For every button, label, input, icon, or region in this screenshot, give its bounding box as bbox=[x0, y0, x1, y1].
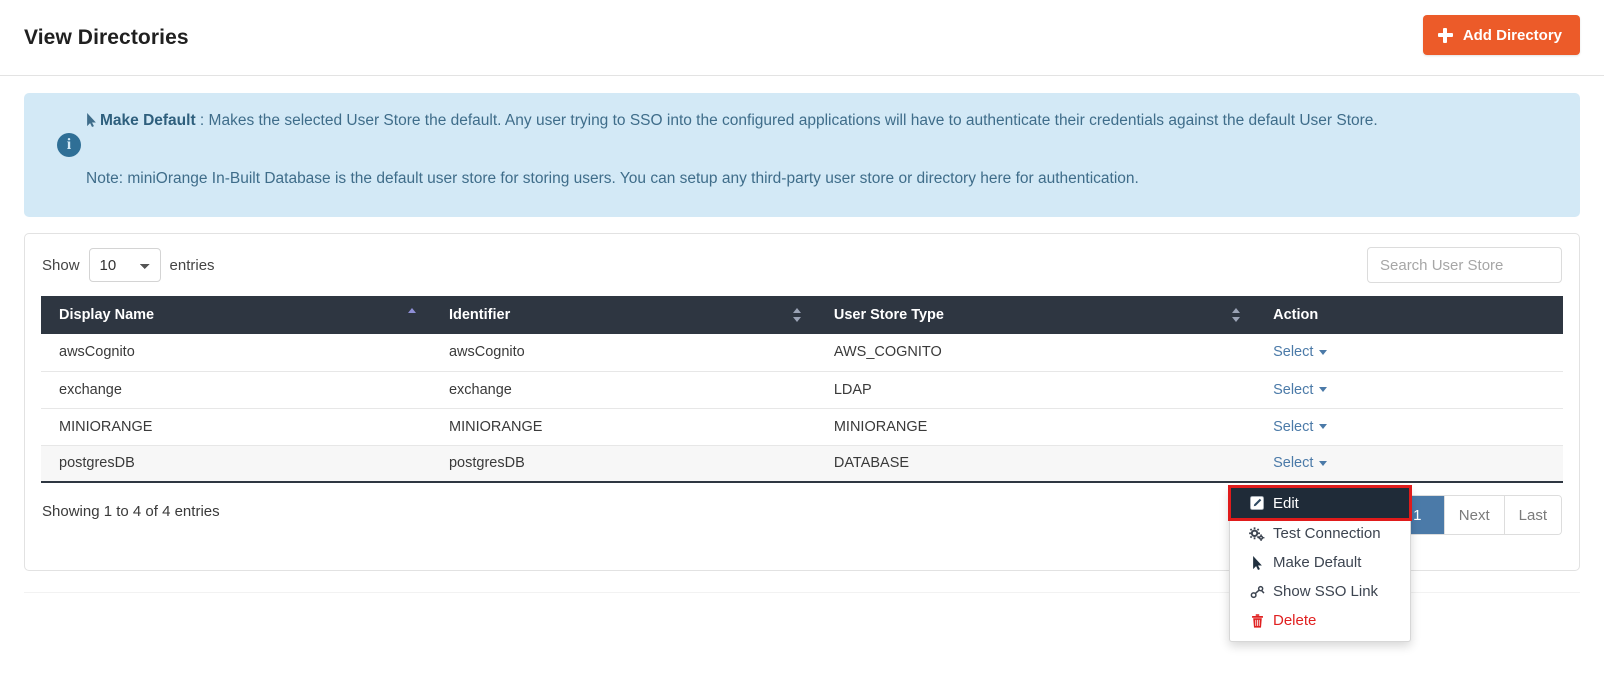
pagination-next[interactable]: Next bbox=[1444, 496, 1505, 534]
menu-item-test-connection[interactable]: Test Connection bbox=[1230, 519, 1410, 548]
cell-display-name: exchange bbox=[41, 371, 431, 409]
cell-action: Select bbox=[1255, 334, 1563, 372]
menu-item-label: Make Default bbox=[1273, 554, 1362, 571]
page-header: View Directories Add Directory bbox=[0, 0, 1604, 76]
select-label: Select bbox=[1273, 418, 1314, 435]
select-dropdown-toggle[interactable]: Select bbox=[1273, 381, 1328, 398]
chevron-down-icon bbox=[1319, 387, 1328, 392]
alert-line-1-rest: : Makes the selected User Store the defa… bbox=[195, 112, 1378, 129]
chevron-down-icon bbox=[1319, 424, 1328, 429]
cell-user-store-type: DATABASE bbox=[815, 445, 1256, 483]
menu-item-delete[interactable]: Delete bbox=[1230, 606, 1410, 635]
menu-item-show-sso-link[interactable]: Show SSO Link bbox=[1230, 577, 1410, 606]
cell-identifier: awsCognito bbox=[430, 334, 816, 372]
link-chain-icon bbox=[1249, 585, 1265, 599]
cell-identifier: exchange bbox=[430, 371, 816, 409]
cell-user-store-type: MINIORANGE bbox=[815, 408, 1256, 446]
column-header-action: Action bbox=[1255, 296, 1563, 334]
column-header-display-name[interactable]: Display Name bbox=[41, 296, 431, 334]
select-dropdown-toggle[interactable]: Select bbox=[1273, 344, 1328, 361]
cell-identifier: postgresDB bbox=[430, 445, 816, 483]
menu-item-label: Show SSO Link bbox=[1273, 583, 1379, 600]
show-entries-group: Show 10 entries bbox=[42, 248, 215, 282]
column-label: Identifier bbox=[448, 307, 511, 323]
action-dropdown-menu[interactable]: Edit Test Connection Make Default Show SSO … bbox=[1228, 485, 1412, 642]
table-row: exchange exchange LDAP Select bbox=[41, 371, 1563, 409]
cell-action: Select bbox=[1255, 371, 1563, 409]
table-row: MINIORANGE MINIORANGE MINIORANGE Select bbox=[41, 408, 1563, 446]
info-circle-icon: i bbox=[57, 133, 81, 157]
entries-per-page-select[interactable]: 10 bbox=[88, 248, 161, 282]
chevron-down-icon bbox=[1319, 460, 1328, 466]
menu-item-label: Edit bbox=[1273, 494, 1299, 512]
table-row: postgresDB postgresDB DATABASE Select bbox=[41, 445, 1563, 483]
cell-identifier: MINIORANGE bbox=[430, 408, 816, 446]
menu-item-label: Delete bbox=[1273, 612, 1317, 629]
pagination-last[interactable]: Last bbox=[1504, 496, 1561, 534]
info-alert: i Make Default : Makes the selected User… bbox=[24, 93, 1580, 217]
show-label: Show bbox=[42, 256, 80, 274]
cell-display-name: MINIORANGE bbox=[41, 408, 431, 446]
column-label: Action bbox=[1273, 307, 1319, 323]
table-head: Display Name Identifier User Store Type … bbox=[41, 296, 1563, 334]
chevron-down-icon bbox=[1319, 349, 1328, 355]
menu-item-edit[interactable]: Edit bbox=[1228, 485, 1412, 521]
cursor-pointer-icon bbox=[1249, 555, 1265, 570]
pencil-square-icon bbox=[1249, 496, 1265, 510]
column-label: Display Name bbox=[59, 307, 155, 323]
gears-icon bbox=[1249, 526, 1265, 541]
menu-item-label: Test Connection bbox=[1273, 525, 1381, 542]
select-dropdown-toggle[interactable]: Select bbox=[1273, 418, 1328, 435]
alert-body: Make Default : Makes the selected User S… bbox=[86, 108, 1556, 192]
add-directory-button[interactable]: Add Directory bbox=[1422, 15, 1580, 55]
column-label: User Store Type bbox=[833, 307, 944, 323]
cell-display-name: awsCognito bbox=[41, 334, 431, 372]
directories-table: Display Name Identifier User Store Type … bbox=[41, 296, 1563, 483]
select-dropdown-toggle[interactable]: Select bbox=[1273, 455, 1328, 472]
sort-icon bbox=[792, 307, 802, 323]
sort-ascending-icon bbox=[407, 307, 417, 323]
add-directory-label: Add Directory bbox=[1462, 26, 1562, 44]
select-label: Select bbox=[1273, 344, 1314, 361]
table-body: awsCognito awsCognito AWS_COGNITO Select exc… bbox=[41, 334, 1563, 483]
column-header-identifier[interactable]: Identifier bbox=[430, 296, 816, 334]
page-title: View Directories bbox=[24, 26, 189, 49]
alert-line-2: Note: miniOrange In-Built Database is th… bbox=[86, 169, 1139, 187]
cell-user-store-type: LDAP bbox=[815, 371, 1256, 409]
cell-user-store-type: AWS_COGNITO bbox=[815, 334, 1256, 372]
search-input[interactable] bbox=[1367, 247, 1562, 283]
table-controls: Show 10 entries bbox=[25, 234, 1579, 296]
alert-line-1: Make Default : Makes the selected User S… bbox=[86, 108, 1556, 135]
cell-action: Select bbox=[1255, 408, 1563, 446]
showing-entries-text: Showing 1 to 4 of 4 entries bbox=[42, 503, 220, 520]
cell-display-name: postgresDB bbox=[41, 445, 431, 483]
cell-action: Select bbox=[1255, 445, 1563, 483]
select-label: Select bbox=[1273, 381, 1314, 398]
menu-item-make-default[interactable]: Make Default bbox=[1230, 548, 1410, 577]
cursor-pointer-icon bbox=[87, 113, 96, 127]
sort-icon bbox=[1232, 307, 1241, 323]
column-header-user-store-type[interactable]: User Store Type bbox=[815, 296, 1256, 334]
view-directories-page: View Directories Add Directory i Make De… bbox=[0, 0, 1604, 683]
select-label: Select bbox=[1273, 455, 1314, 472]
trash-icon bbox=[1249, 613, 1265, 628]
table-row: awsCognito awsCognito AWS_COGNITO Select bbox=[41, 334, 1563, 372]
plus-icon bbox=[1437, 27, 1453, 43]
entries-label: entries bbox=[169, 256, 215, 274]
table-header-row: Display Name Identifier User Store Type … bbox=[41, 296, 1563, 334]
make-default-label: Make Default bbox=[100, 112, 196, 129]
